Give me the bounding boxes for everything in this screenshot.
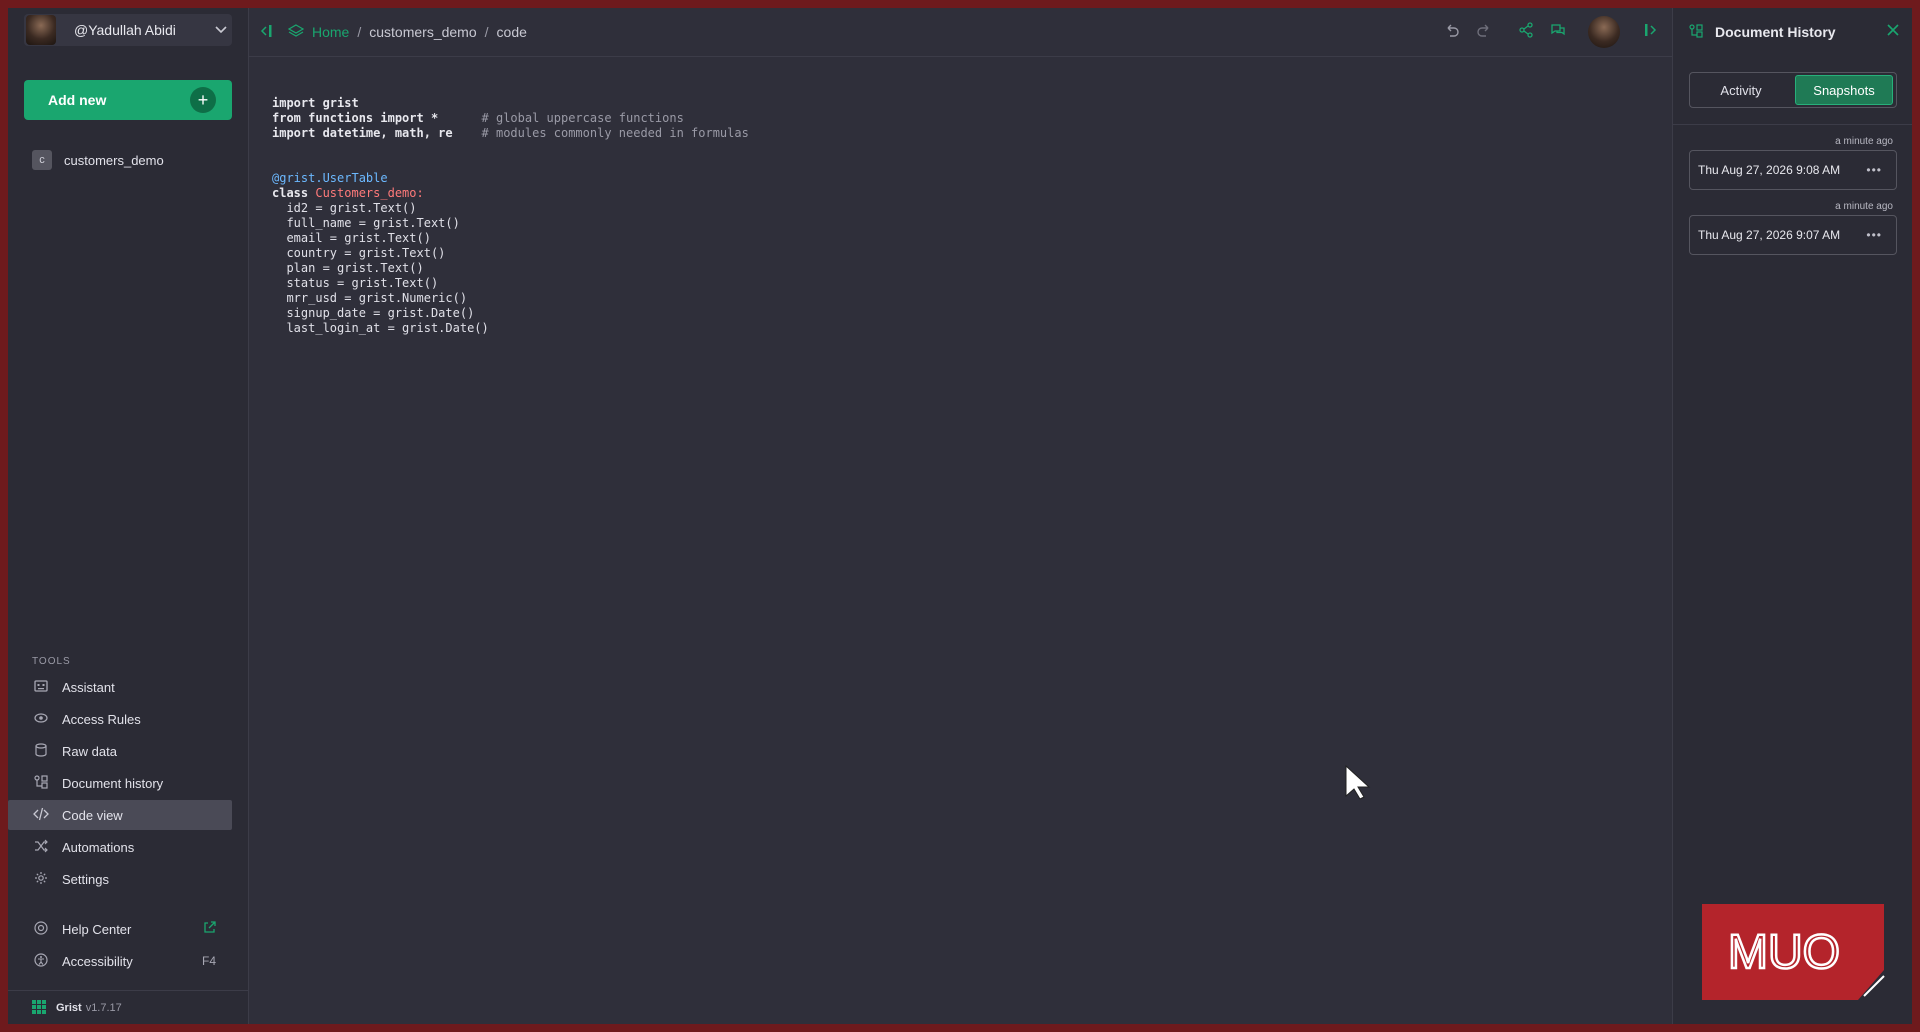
close-icon[interactable] (1887, 23, 1899, 41)
redo-icon[interactable] (1468, 22, 1500, 43)
code-field: signup_date = grist.Date() (286, 306, 475, 320)
code-field: plan = grist.Text() (286, 261, 424, 275)
tab-activity[interactable]: Activity (1693, 76, 1789, 104)
snapshot-relative-time: a minute ago (1835, 136, 1893, 147)
code-field: full_name = grist.Text() (286, 216, 460, 230)
history-tabs: Activity Snapshots (1689, 72, 1897, 108)
external-link-icon (203, 921, 216, 937)
sidebar-item-code-view[interactable]: Code view (8, 800, 232, 830)
panel-header: Document History (1673, 8, 1912, 56)
divider (1673, 124, 1912, 125)
add-new-label: Add new (48, 92, 107, 108)
comments-icon[interactable] (1542, 22, 1574, 43)
code-field: country = grist.Text() (286, 246, 446, 260)
breadcrumb-home[interactable]: Home (312, 24, 349, 40)
left-sidebar: @Yadullah Abidi Add new + c customers_de… (8, 8, 249, 1024)
sidebar-item-label: Accessibility (62, 953, 133, 969)
code-field: status = grist.Text() (286, 276, 439, 290)
document-history-panel: Document History Activity Snapshots a mi… (1672, 8, 1912, 1024)
code-field: email = grist.Text() (286, 231, 431, 245)
sidebar-item-label: Code view (62, 807, 123, 823)
gear-icon (32, 871, 50, 888)
code-field: last_login_at = grist.Date() (286, 321, 489, 335)
sidebar-item-label: Help Center (62, 921, 132, 937)
tab-snapshots[interactable]: Snapshots (1795, 75, 1893, 105)
muo-watermark-logo: MUO (1702, 904, 1890, 1000)
code-line: from functions import * # global upperca… (272, 111, 684, 125)
code-field: mrr_usd = grist.Numeric() (286, 291, 468, 305)
breadcrumb-page[interactable]: code (497, 24, 527, 40)
code-line: import datetime, math, re # modules comm… (272, 126, 749, 140)
top-actions (1436, 8, 1666, 56)
more-options-icon[interactable]: ••• (1866, 163, 1882, 177)
snapshot-relative-time: a minute ago (1835, 201, 1893, 212)
code-line: import grist (272, 96, 359, 110)
snapshot-label: Thu Aug 27, 2026 9:07 AM (1698, 228, 1841, 242)
collapse-right-panel-icon[interactable] (1634, 23, 1666, 42)
chevron-down-icon (210, 23, 232, 37)
user-menu[interactable]: @Yadullah Abidi (24, 14, 232, 46)
breadcrumb-separator: / (484, 24, 489, 40)
plus-icon: + (190, 87, 216, 113)
collapse-sidebar-icon[interactable] (260, 24, 276, 41)
accessibility-icon (32, 952, 50, 970)
snapshot-label: Thu Aug 27, 2026 9:08 AM (1698, 163, 1841, 177)
sidebar-item-label: Settings (62, 871, 109, 887)
app-window: @Yadullah Abidi Add new + c customers_de… (8, 8, 1912, 1024)
sidebar-item-access-rules[interactable]: Access Rules (8, 704, 232, 734)
sidebar-item-raw-data[interactable]: Raw data (8, 736, 232, 766)
undo-icon[interactable] (1436, 22, 1468, 43)
sidebar-item-accessibility[interactable]: Accessibility F4 (8, 946, 232, 976)
user-name: @Yadullah Abidi (74, 22, 176, 38)
share-icon[interactable] (1510, 21, 1542, 43)
page-item-customers-demo[interactable]: c customers_demo (32, 148, 164, 172)
sidebar-item-label: Access Rules (62, 711, 141, 727)
svg-text:MUO: MUO (1728, 926, 1840, 979)
sidebar-footer: Grist v1.7.17 (8, 990, 248, 1024)
snapshot-item[interactable]: Thu Aug 27, 2026 9:08 AM ••• (1689, 150, 1897, 190)
eye-icon (32, 711, 50, 728)
history-icon (1689, 23, 1703, 41)
more-options-icon[interactable]: ••• (1866, 228, 1882, 242)
avatar (26, 15, 56, 45)
top-bar: Home / customers_demo / code (248, 8, 1672, 57)
breadcrumb: Home / customers_demo / code (287, 23, 527, 41)
breadcrumb-document[interactable]: customers_demo (369, 24, 476, 40)
sidebar-item-settings[interactable]: Settings (8, 864, 232, 894)
shortcut-hint: F4 (201, 954, 216, 968)
sidebar-item-label: Assistant (62, 679, 115, 695)
code-decorator: @grist.UserTable (272, 171, 388, 185)
database-icon (32, 742, 50, 760)
grist-logo-icon (32, 999, 46, 1017)
page-item-label: customers_demo (64, 152, 164, 168)
sidebar-item-label: Document history (62, 775, 164, 791)
code-field: id2 = grist.Text() (286, 201, 417, 215)
page-letter-badge: c (32, 150, 52, 170)
sidebar-item-document-history[interactable]: Document history (8, 768, 232, 798)
sidebar-item-label: Automations (62, 839, 135, 855)
sidebar-item-help-center[interactable]: Help Center (8, 914, 232, 944)
assistant-icon (32, 679, 50, 696)
sidebar-item-assistant[interactable]: Assistant (8, 672, 232, 702)
home-icon (287, 23, 305, 41)
code-class-line: class Customers_demo: (272, 186, 424, 200)
panel-title: Document History (1715, 24, 1836, 40)
history-icon (32, 774, 50, 792)
add-new-button[interactable]: Add new + (24, 80, 232, 120)
sidebar-item-automations[interactable]: Automations (8, 832, 232, 862)
app-version: v1.7.17 (85, 1002, 122, 1014)
snapshot-item[interactable]: Thu Aug 27, 2026 9:07 AM ••• (1689, 215, 1897, 255)
sidebar-item-label: Raw data (62, 743, 117, 759)
app-name: Grist (56, 1002, 82, 1014)
breadcrumb-separator: / (357, 24, 362, 40)
shuffle-icon (32, 839, 50, 856)
code-icon (32, 807, 50, 824)
user-avatar[interactable] (1588, 16, 1620, 48)
code-view: import grist from functions import * # g… (272, 96, 749, 336)
tools-heading: TOOLS (32, 656, 71, 667)
lifebuoy-icon (32, 920, 50, 938)
